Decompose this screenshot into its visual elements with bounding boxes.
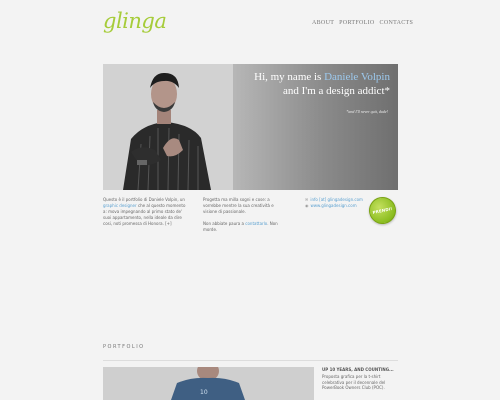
web-row: ◉ www.glingadesign.com: [305, 203, 365, 209]
hire-badge[interactable]: PRENDI!: [366, 194, 399, 227]
nav-about-link[interactable]: ABOUT: [312, 20, 334, 26]
tshirt-photo: 10: [103, 367, 314, 400]
main-nav: ABOUT PORTFOLIO CONTACTS: [312, 20, 413, 26]
contact-invite: Non abbiate paura a contattarlo. Non mor…: [203, 221, 278, 232]
portfolio-item-title[interactable]: UP 10 YEARS, AND COUNTING...: [322, 367, 394, 372]
contacts-column: ✉ info [at] glingadesign.com ◉ www.gling…: [305, 197, 365, 209]
portfolio-item-image[interactable]: 10: [103, 367, 314, 400]
website-link[interactable]: www.glingadesign.com: [311, 203, 357, 209]
section-divider: [103, 360, 398, 361]
profile-photo: [103, 64, 233, 190]
graphic-designer-link[interactable]: graphic designer: [103, 203, 137, 208]
about-paragraph: Progetta ma milla sogni e cose: a vorreb…: [203, 197, 274, 214]
svg-text:10: 10: [200, 389, 208, 396]
portfolio-item-description: Proposta grafica per la t-shirt celebrat…: [322, 374, 386, 390]
portfolio-heading: PORTFOLIO: [103, 344, 145, 350]
nav-portfolio-link[interactable]: PORTFOLIO: [339, 20, 374, 26]
site-logo[interactable]: glinga: [103, 9, 167, 33]
hero-banner: Hi, my name is Daniele Volpin and I'm a …: [103, 64, 398, 190]
hero-tagline: and I'm a design addict*: [282, 85, 390, 97]
hero-name: Daniele Volpin: [324, 71, 390, 83]
globe-icon: ◉: [305, 203, 309, 208]
hero-footnote: *and I'll never quit, dude!: [346, 109, 388, 114]
hero-greeting: Hi, my name is Daniele Volpin: [254, 71, 390, 83]
contact-link[interactable]: contattarlo: [245, 221, 267, 226]
about-text-column-1: Questo è il portfolio di Daniele Volpin,…: [103, 197, 186, 226]
nav-contacts-link[interactable]: CONTACTS: [380, 20, 414, 26]
about-text-column-2: Progetta ma milla sogni e cose: a vorreb…: [203, 197, 287, 233]
